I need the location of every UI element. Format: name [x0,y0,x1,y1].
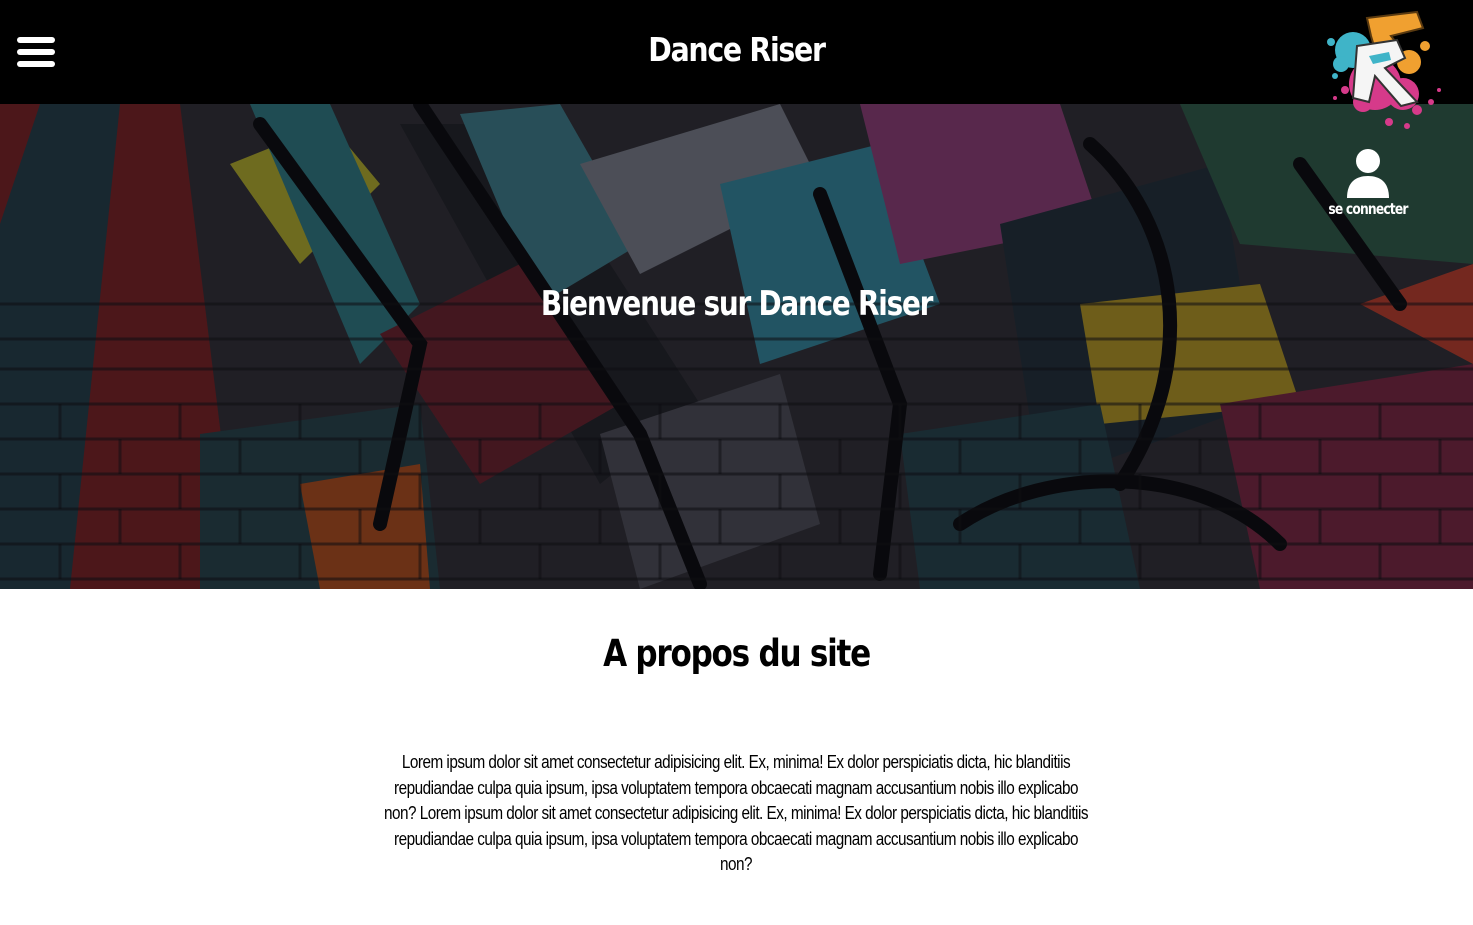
hamburger-line [17,49,55,55]
hamburger-line [17,61,55,67]
hero-title: Bienvenue sur Dance Riser [540,284,934,324]
hero-banner: Bienvenue sur Dance Riser [0,104,1473,589]
user-icon [1347,149,1389,198]
login-button[interactable]: se connecter [1318,148,1418,218]
site-title: Dance Riser [648,30,826,69]
hero-dark-overlay [0,104,1473,589]
about-title: A propos du site [603,632,871,675]
login-label: se connecter [1328,200,1408,218]
hamburger-menu-icon[interactable] [17,36,55,68]
about-paragraph: Lorem ipsum dolor sit amet consectetur a… [380,750,1093,878]
hamburger-line [17,37,55,43]
dance-riser-logo-icon[interactable] [1305,6,1450,134]
top-navbar: Dance Riser [0,0,1473,104]
about-paragraph-text: Lorem ipsum dolor sit amet consectetur a… [384,752,1088,874]
